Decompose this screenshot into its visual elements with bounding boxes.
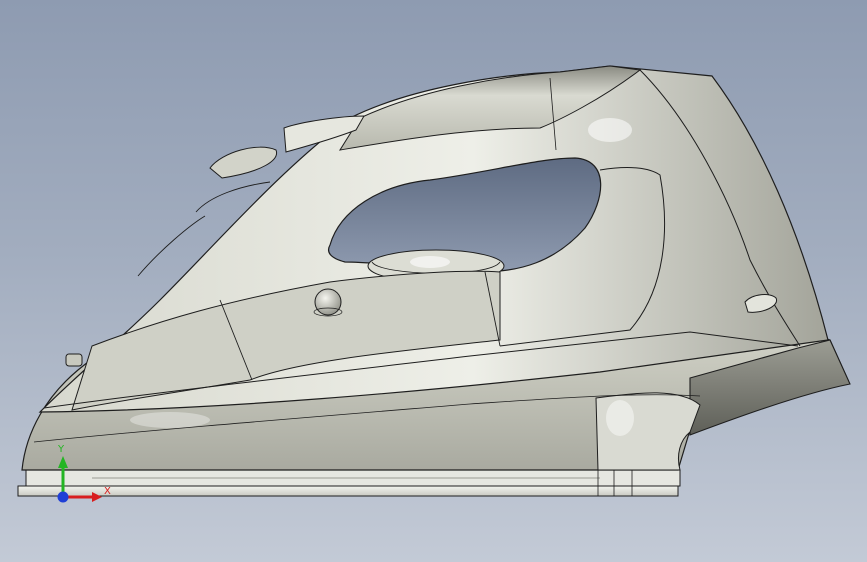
y-axis-arrow-icon <box>58 456 68 468</box>
cad-graphics-viewport[interactable]: X Y <box>0 0 867 562</box>
y-axis-label: Y <box>57 444 65 455</box>
x-axis-arrow-icon <box>92 492 102 502</box>
coordinate-triad: X Y <box>57 444 111 503</box>
x-axis-label: X <box>104 486 111 497</box>
z-axis-dot-icon <box>57 491 69 503</box>
